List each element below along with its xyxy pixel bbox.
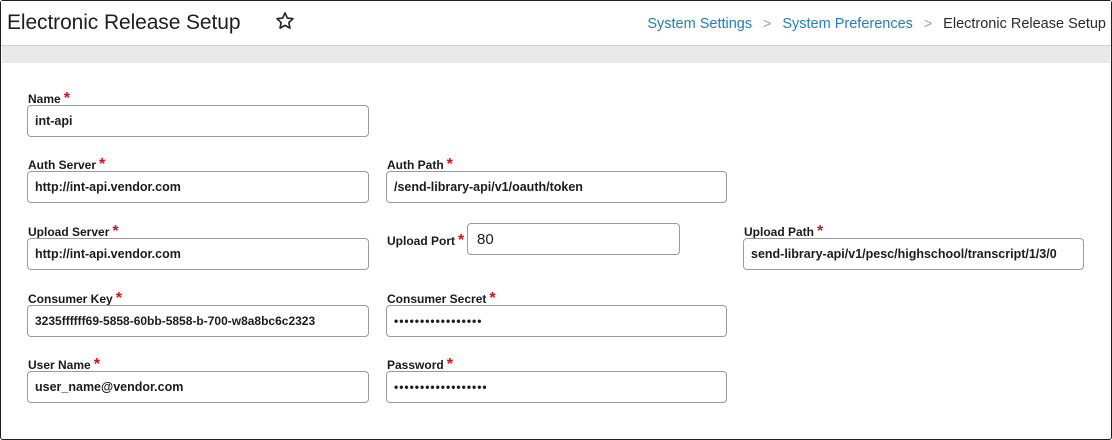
password-input[interactable] [386,371,727,403]
page-frame: Electronic Release Setup System Settings… [0,0,1112,440]
auth-path-label-text: Auth Path [387,158,444,172]
breadcrumb-current: Electronic Release Setup [943,16,1106,32]
upload-server-label-text: Upload Server [28,225,110,239]
auth-server-label-text: Auth Server [28,158,97,172]
breadcrumb-separator: > [923,15,933,31]
consumer-key-input[interactable] [27,305,369,337]
section-band [2,46,1110,63]
upload-path-input[interactable] [743,238,1084,270]
consumer-secret-label-text: Consumer Secret [387,292,487,306]
upload-path-label-text: Upload Path [744,225,815,239]
name-input[interactable] [27,105,369,137]
upload-server-input[interactable] [27,238,369,270]
upload-port-label: Upload Port * [387,232,464,250]
breadcrumb-system-preferences[interactable]: System Preferences [782,16,913,32]
page-title: Electronic Release Setup [7,11,241,34]
password-label-text: Password [387,358,444,372]
required-marker: * [458,232,465,249]
star-outline-icon[interactable] [274,10,296,32]
user-name-input[interactable] [27,371,369,403]
upload-port-input[interactable] [467,223,680,255]
user-name-label-text: User Name [28,358,91,372]
breadcrumb-system-settings[interactable]: System Settings [647,16,752,32]
consumer-key-label-text: Consumer Key [28,292,113,306]
auth-server-input[interactable] [27,171,369,203]
upload-port-label-text: Upload Port [387,234,455,248]
breadcrumb-separator: > [763,15,772,31]
page-header: Electronic Release Setup System Settings… [1,1,1111,46]
auth-path-input[interactable] [386,171,727,203]
breadcrumb: System Settings > System Preferences > E… [647,15,1106,32]
consumer-secret-input[interactable] [386,305,727,337]
name-label-text: Name [28,92,61,106]
